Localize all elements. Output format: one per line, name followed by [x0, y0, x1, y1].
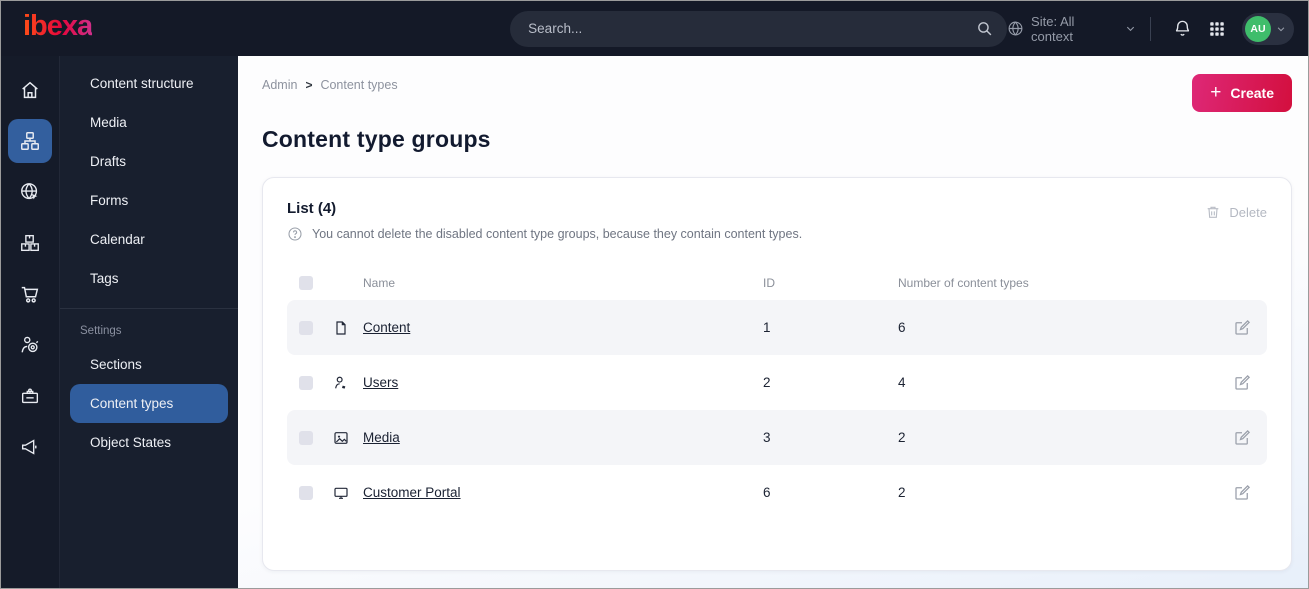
- topbar-divider: [1150, 16, 1151, 41]
- table-row: Content 1 6: [287, 300, 1267, 355]
- select-all-checkbox[interactable]: [299, 276, 313, 290]
- sidebar-menu: Content structure Media Drafts Forms Cal…: [60, 56, 238, 588]
- ibexa-logo: ibexa: [23, 12, 93, 45]
- group-count: 2: [898, 430, 906, 445]
- column-header-name: Name: [363, 276, 396, 290]
- avatar: AU: [1245, 15, 1271, 42]
- global-search[interactable]: [510, 10, 1008, 47]
- monitor-icon: [333, 485, 363, 501]
- list-heading: List (4): [287, 200, 337, 217]
- trash-icon: [1205, 204, 1221, 220]
- file-icon: [333, 320, 363, 336]
- user-menu[interactable]: AU: [1242, 12, 1294, 45]
- list-help-text: You cannot delete the disabled content t…: [312, 227, 803, 241]
- chevron-down-icon: [1276, 24, 1286, 34]
- content-tree-icon: [19, 130, 41, 152]
- breadcrumb-item-content-types: Content types: [320, 78, 398, 92]
- group-link[interactable]: Content: [363, 320, 410, 335]
- table-header-row: Name ID Number of content types: [287, 266, 1267, 300]
- app-switcher-grid-icon[interactable]: [1208, 20, 1226, 38]
- rail-item-content[interactable]: [8, 119, 52, 163]
- group-count: 6: [898, 320, 906, 335]
- help-question-icon: [287, 226, 303, 242]
- sidebar-divider: [60, 308, 238, 309]
- search-icon[interactable]: [976, 20, 993, 37]
- product-boxes-icon: [19, 232, 41, 254]
- search-input[interactable]: [528, 21, 977, 36]
- plus-icon: +: [1210, 81, 1222, 103]
- column-header-id: ID: [763, 276, 775, 290]
- column-header-count: Number of content types: [898, 276, 1029, 290]
- delete-button[interactable]: Delete: [1205, 204, 1267, 220]
- chevron-down-icon: [1125, 23, 1136, 34]
- rail-item-home[interactable]: [8, 68, 52, 112]
- topbar: ibexa Site: All context: [1, 1, 1308, 56]
- row-checkbox[interactable]: [299, 320, 313, 335]
- page-title: Content type groups: [262, 126, 491, 152]
- create-button[interactable]: + Create: [1192, 74, 1292, 112]
- edit-button[interactable]: [1223, 374, 1267, 392]
- rail-item-admin[interactable]: [8, 374, 52, 418]
- group-link[interactable]: Media: [363, 430, 400, 445]
- topbar-right-controls: Site: All context AU: [1007, 12, 1294, 45]
- edit-button[interactable]: [1223, 319, 1267, 337]
- sidebar-item-calendar[interactable]: Calendar: [70, 220, 228, 259]
- app-window: ibexa Site: All context: [0, 0, 1309, 589]
- group-link[interactable]: Customer Portal: [363, 485, 461, 500]
- content-type-groups-card: List (4) You cannot delete the disabled …: [262, 177, 1292, 571]
- group-count: 2: [898, 485, 906, 500]
- sidebar-item-media[interactable]: Media: [70, 103, 228, 142]
- sidebar-item-tags[interactable]: Tags: [70, 259, 228, 298]
- notifications-bell-icon[interactable]: [1173, 19, 1192, 38]
- edit-button[interactable]: [1223, 429, 1267, 447]
- rail-item-products[interactable]: [8, 221, 52, 265]
- home-icon: [19, 79, 41, 101]
- breadcrumb-item-admin[interactable]: Admin: [262, 78, 297, 92]
- globe-icon: [1007, 20, 1024, 37]
- table-row: Users 2 4: [287, 355, 1267, 410]
- site-globe-icon: [19, 181, 41, 203]
- breadcrumb-separator: >: [305, 78, 313, 92]
- admin-badge-icon: [19, 385, 41, 407]
- group-link[interactable]: Users: [363, 375, 398, 390]
- rail-item-personalization[interactable]: [8, 323, 52, 367]
- sidebar-item-drafts[interactable]: Drafts: [70, 142, 228, 181]
- sidebar-item-object-states[interactable]: Object States: [70, 423, 228, 462]
- rail-item-commerce[interactable]: [8, 272, 52, 316]
- image-icon: [333, 430, 363, 446]
- breadcrumb: Admin > Content types: [262, 74, 398, 92]
- sidebar-section-label: Settings: [80, 325, 122, 337]
- site-context-label: Site: All context: [1031, 13, 1075, 44]
- row-checkbox[interactable]: [299, 375, 313, 390]
- cart-icon: [19, 283, 41, 305]
- table-row: Customer Portal 6 2: [287, 465, 1267, 520]
- group-count: 4: [898, 375, 906, 390]
- person-target-icon: [19, 334, 41, 356]
- delete-button-label: Delete: [1229, 204, 1267, 220]
- content-type-groups-table: Name ID Number of content types Content …: [287, 266, 1267, 520]
- sidebar-item-content-types[interactable]: Content types: [70, 384, 228, 423]
- group-id: 3: [763, 430, 771, 445]
- group-id: 1: [763, 320, 771, 335]
- row-checkbox[interactable]: [299, 430, 313, 445]
- row-checkbox[interactable]: [299, 485, 313, 500]
- sidebar-item-sections[interactable]: Sections: [70, 345, 228, 384]
- sidebar-item-content-structure[interactable]: Content structure: [70, 64, 228, 103]
- group-id: 2: [763, 375, 771, 390]
- edit-button[interactable]: [1223, 484, 1267, 502]
- site-context-selector[interactable]: Site: All context: [1007, 14, 1136, 44]
- icon-rail: [1, 56, 60, 588]
- group-id: 6: [763, 485, 771, 500]
- table-row: Media 3 2: [287, 410, 1267, 465]
- sidebar-item-forms[interactable]: Forms: [70, 181, 228, 220]
- main-content: Admin > Content types + Create Content t…: [238, 56, 1308, 588]
- rail-item-campaign[interactable]: [8, 425, 52, 469]
- create-button-label: Create: [1230, 85, 1274, 101]
- user-icon: [333, 375, 363, 391]
- megaphone-icon: [19, 436, 41, 458]
- rail-item-site[interactable]: [8, 170, 52, 214]
